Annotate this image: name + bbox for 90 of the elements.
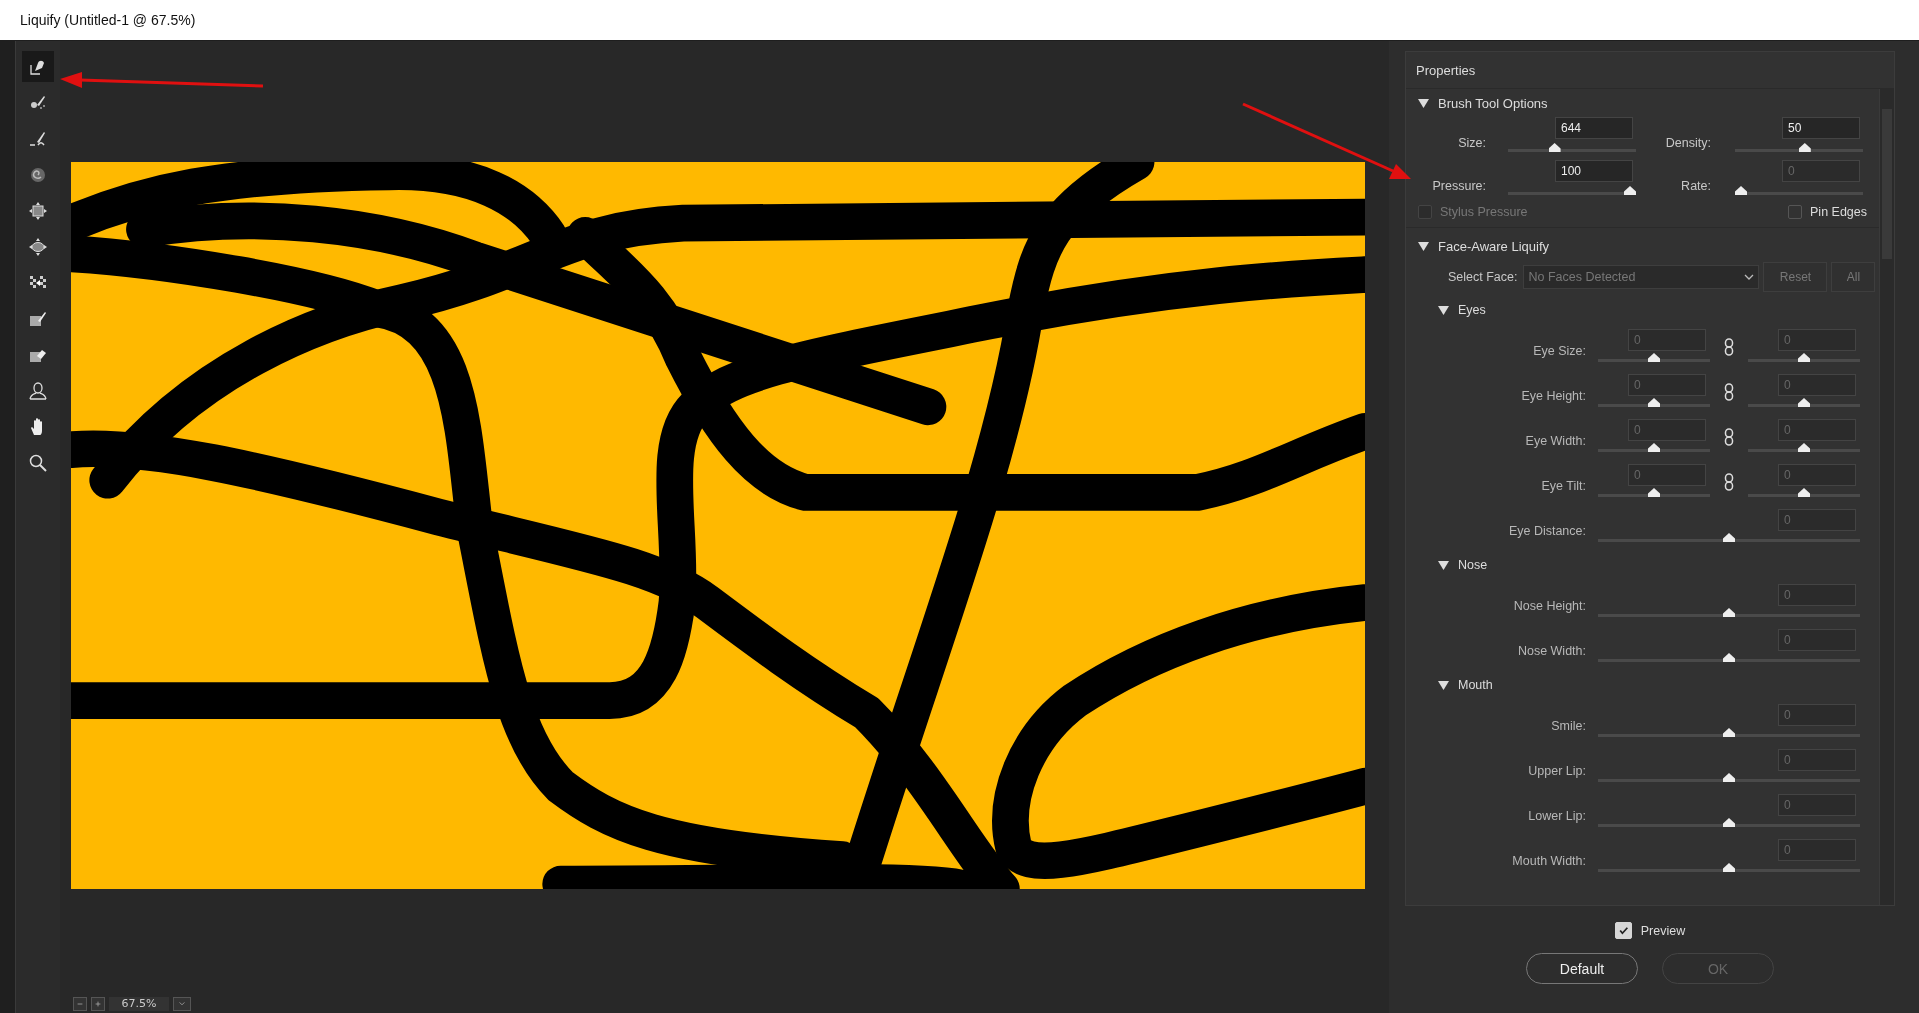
chevron-down-icon [1744,272,1755,282]
checkbox[interactable] [1788,205,1802,219]
field-label: Lower Lip: [1527,807,1586,823]
field-label: Eye Tilt: [1540,477,1586,493]
slider-thumb[interactable] [1723,728,1735,737]
field-label: Select Face: [1448,270,1518,284]
field-label: Eye Height: [1520,387,1586,403]
section-title: Brush Tool Options [1438,95,1548,111]
field-label: Eye Size: [1532,342,1586,358]
slider-track[interactable] [1748,352,1860,363]
expand-triangle-icon[interactable] [1438,304,1449,316]
slider-thumb[interactable] [1723,818,1735,827]
field-label: Eye Width: [1524,432,1586,448]
slider-thumb[interactable] [1798,398,1810,407]
field-label: Rate: [1680,177,1711,193]
number-field[interactable]: 100 [1555,160,1633,182]
field-label: Upper Lip: [1527,762,1586,778]
field-label: Smile: [1550,717,1586,733]
slider-track[interactable] [1735,142,1863,153]
checkbox-label: Pin Edges [1810,205,1867,219]
link-icon[interactable] [1724,382,1734,401]
slider-track[interactable] [1598,397,1710,408]
zoom-icon [28,452,48,473]
face-dropdown[interactable]: No Faces Detected [1523,265,1760,289]
expand-triangle-icon[interactable] [1418,240,1429,252]
number-field[interactable]: 50 [1782,117,1860,139]
slider-track[interactable] [1598,817,1860,828]
field-label: Density: [1664,134,1711,150]
face-action-button[interactable]: Reset [1763,262,1828,292]
slider-thumb[interactable] [1723,653,1735,662]
slider-thumb[interactable] [1648,353,1660,362]
slider-track[interactable] [1598,862,1860,873]
chevron-down-icon [178,1000,186,1008]
field-label: Pressure: [1431,177,1486,193]
square-arrows-icon [28,200,48,221]
slider-track[interactable] [1748,442,1860,453]
slider-track[interactable] [1598,442,1710,453]
number-field[interactable]: 644 [1555,117,1633,139]
group-title: Eyes [1458,303,1486,317]
field-label: Size: [1457,134,1486,150]
checkbox-label: Stylus Pressure [1440,205,1528,219]
slider-thumb[interactable] [1723,773,1735,782]
minus-icon [76,1000,84,1008]
zoom-level-field[interactable]: 67.5% [109,997,169,1011]
expand-triangle-icon[interactable] [1438,679,1449,691]
slider-track[interactable] [1598,607,1860,618]
checkbox-label: Preview [1640,923,1686,938]
slider-thumb[interactable] [1648,443,1660,452]
slider-thumb[interactable] [1548,143,1561,152]
plus-icon [94,1000,102,1008]
expand-triangle-icon[interactable] [1438,559,1449,571]
check-icon [1617,925,1629,936]
slider-thumb[interactable] [1798,488,1810,497]
group-title: Nose [1458,558,1488,572]
face-action-button[interactable]: All [1831,262,1876,292]
slider-thumb[interactable] [1798,143,1811,152]
slider-track[interactable] [1598,772,1860,783]
group-title: Mouth [1458,678,1493,692]
slider-thumb[interactable] [1648,398,1660,407]
slider-track[interactable] [1598,727,1860,738]
slider-thumb[interactable] [1723,608,1735,617]
expand-triangle-icon[interactable] [1418,97,1429,109]
slider-thumb[interactable] [1798,353,1810,362]
link-icon[interactable] [1724,427,1734,446]
slider-track[interactable] [1748,397,1860,408]
slider-thumb[interactable] [1624,186,1636,195]
field-label: Mouth Width: [1511,852,1586,868]
slider-thumb[interactable] [1798,443,1810,452]
slider-track[interactable] [1598,652,1860,663]
slider-track[interactable] [1598,352,1710,363]
slider-track[interactable] [1735,185,1863,196]
ellipse-arrows-icon [28,236,48,257]
link-icon[interactable] [1724,472,1734,491]
slider-thumb[interactable] [1648,488,1660,497]
slider-track[interactable] [1508,185,1636,196]
window-title: Liquify (Untitled-1 @ 67.5%) [20,12,196,28]
section-title: Face-Aware Liquify [1438,238,1550,254]
slider-thumb[interactable] [1723,533,1735,542]
slider-track[interactable] [1598,487,1710,498]
slider-track[interactable] [1598,532,1860,543]
slider-track[interactable] [1748,487,1860,498]
link-icon[interactable] [1724,337,1734,356]
slider-thumb[interactable] [1723,863,1735,872]
field-label: Nose Height: [1512,597,1586,613]
field-label: Eye Distance: [1507,522,1586,538]
field-label: Nose Width: [1516,642,1586,658]
person-icon [28,380,48,401]
warp-tool-button[interactable] [22,51,54,82]
panel-title: Properties [1416,62,1476,78]
slider-track[interactable] [1508,142,1636,153]
